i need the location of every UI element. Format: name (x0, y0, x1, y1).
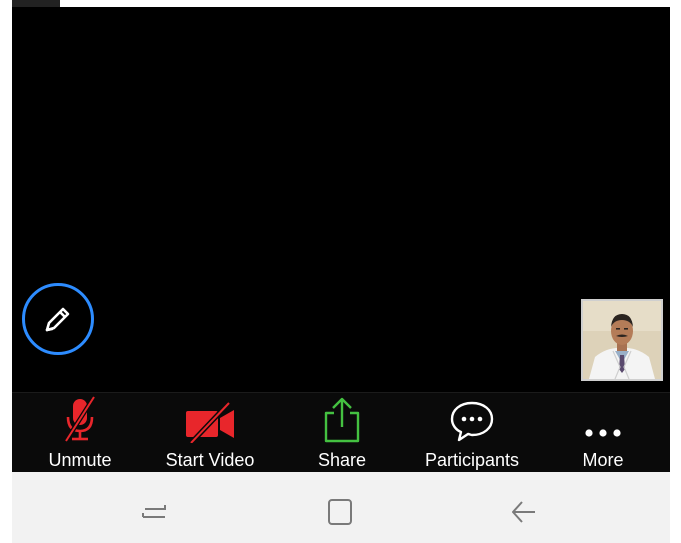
unmute-label: Unmute (48, 450, 112, 470)
status-strip (12, 0, 670, 7)
participants-button[interactable]: Participants (412, 393, 532, 473)
back-arrow-icon (512, 501, 535, 523)
participant-avatar-image (583, 301, 661, 379)
meeting-toolbar: Unmute Start Video Share Participants Mo… (12, 392, 670, 473)
muted-microphone-icon (64, 395, 96, 443)
status-strip-corner (12, 0, 60, 7)
start-video-label: Start Video (165, 450, 255, 470)
recent-apps-button[interactable] (134, 494, 174, 530)
android-navigation-bar (12, 472, 670, 543)
more-button[interactable]: More (568, 393, 638, 473)
share-button[interactable]: Share (302, 393, 382, 473)
meeting-screen: Unmute Start Video Share Participants Mo… (12, 0, 670, 543)
share-label: Share (317, 450, 367, 470)
recent-apps-icon (142, 505, 166, 518)
back-button[interactable] (504, 494, 544, 530)
ellipsis-icon (585, 429, 621, 437)
start-video-button[interactable]: Start Video (160, 393, 260, 473)
home-button[interactable] (320, 494, 360, 530)
home-icon (328, 499, 352, 525)
participants-label: Participants (424, 450, 520, 470)
pencil-icon (45, 307, 70, 332)
annotate-button[interactable] (22, 283, 94, 355)
chat-bubble-icon (450, 401, 494, 442)
video-area[interactable] (12, 7, 670, 392)
unmute-button[interactable]: Unmute (36, 393, 124, 473)
more-label: More (582, 450, 624, 470)
video-off-icon (186, 401, 234, 443)
participant-video-thumbnail[interactable] (581, 299, 663, 381)
share-upload-icon (324, 397, 360, 443)
